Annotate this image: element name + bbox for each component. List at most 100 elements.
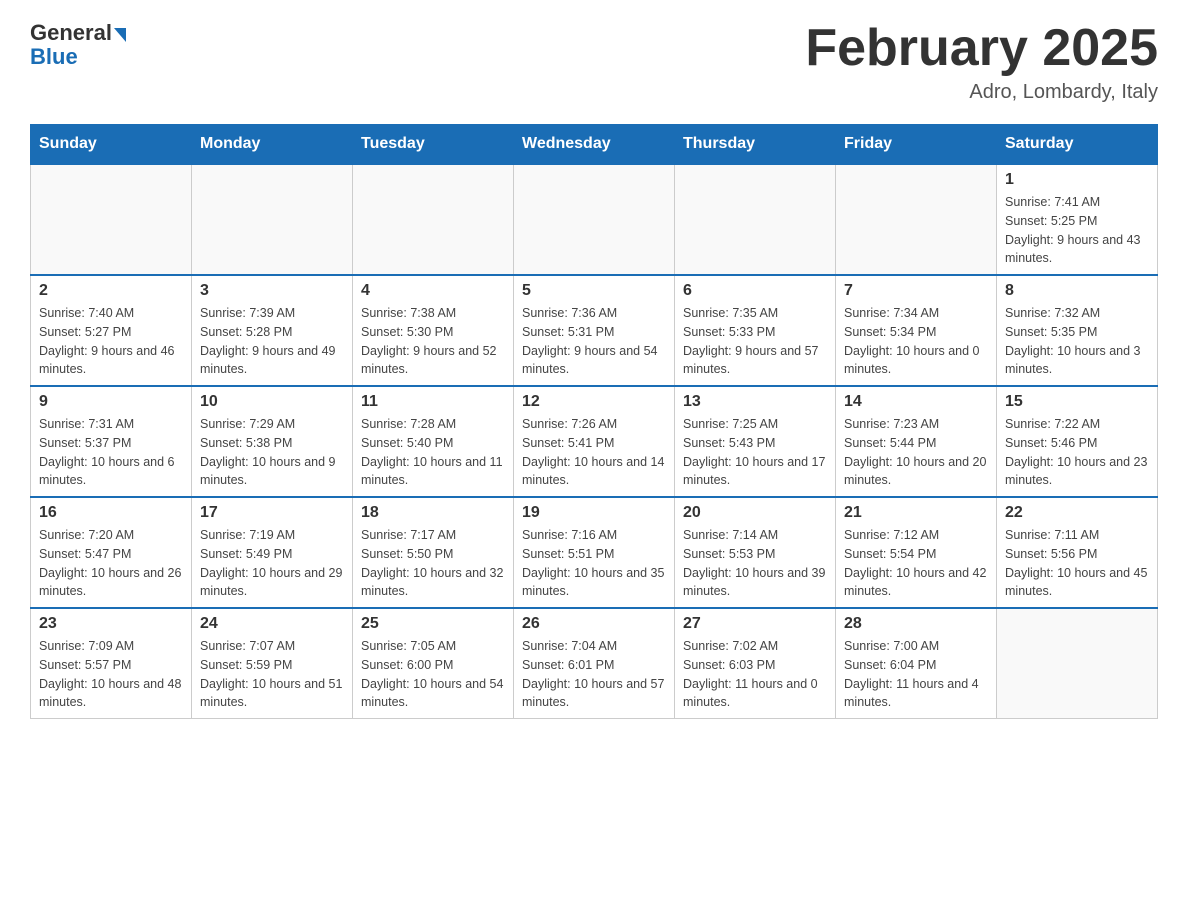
day-info: Sunrise: 7:40 AMSunset: 5:27 PMDaylight:… — [39, 304, 183, 379]
logo-general-text: General — [30, 20, 112, 46]
day-info: Sunrise: 7:20 AMSunset: 5:47 PMDaylight:… — [39, 526, 183, 601]
day-number: 3 — [200, 282, 344, 300]
calendar-cell: 8 Sunrise: 7:32 AMSunset: 5:35 PMDaylight… — [997, 275, 1158, 386]
day-info: Sunrise: 7:28 AMSunset: 5:40 PMDaylight:… — [361, 415, 505, 490]
calendar-cell — [192, 164, 353, 275]
calendar-cell: 14Sunrise: 7:23 AMSunset: 5:44 PMDayligh… — [836, 386, 997, 497]
day-number: 17 — [200, 504, 344, 522]
calendar-week-1: 1 Sunrise: 7:41 AMSunset: 5:25 PMDaylight… — [31, 164, 1158, 275]
calendar-week-4: 16Sunrise: 7:20 AMSunset: 5:47 PMDayligh… — [31, 497, 1158, 608]
day-info: Sunrise: 7:17 AMSunset: 5:50 PMDaylight:… — [361, 526, 505, 601]
day-number: 25 — [361, 615, 505, 633]
calendar-cell — [836, 164, 997, 275]
calendar-cell: 21 Sunrise: 7:12 AMSunset: 5:54 PMDayligh… — [836, 497, 997, 608]
day-number: 13 — [683, 393, 827, 411]
day-number: 22 — [1005, 504, 1149, 522]
calendar-cell: 13Sunrise: 7:25 AMSunset: 5:43 PMDayligh… — [675, 386, 836, 497]
day-info: Sunrise: 7:04 AMSunset: 6:01 PMDaylight:… — [522, 637, 666, 712]
day-info: Sunrise: 7:12 AMSunset: 5:54 PMDaylight:… — [844, 526, 988, 601]
calendar-cell: 27 Sunrise: 7:02 AMSunset: 6:03 PMDayligh… — [675, 608, 836, 719]
column-header-friday: Friday — [836, 125, 997, 165]
calendar-cell: 6 Sunrise: 7:35 AMSunset: 5:33 PMDaylight… — [675, 275, 836, 386]
day-info: Sunrise: 7:41 AMSunset: 5:25 PMDaylight:… — [1005, 193, 1149, 268]
calendar-cell: 20 Sunrise: 7:14 AMSunset: 5:53 PMDayligh… — [675, 497, 836, 608]
day-number: 20 — [683, 504, 827, 522]
day-info: Sunrise: 7:07 AMSunset: 5:59 PMDaylight:… — [200, 637, 344, 712]
calendar-cell: 16Sunrise: 7:20 AMSunset: 5:47 PMDayligh… — [31, 497, 192, 608]
day-number: 21 — [844, 504, 988, 522]
day-info: Sunrise: 7:39 AMSunset: 5:28 PMDaylight:… — [200, 304, 344, 379]
day-number: 24 — [200, 615, 344, 633]
calendar-cell: 17 Sunrise: 7:19 AMSunset: 5:49 PMDayligh… — [192, 497, 353, 608]
day-info: Sunrise: 7:23 AMSunset: 5:44 PMDaylight:… — [844, 415, 988, 490]
day-number: 26 — [522, 615, 666, 633]
title-section: February 2025 Adro, Lombardy, Italy — [805, 20, 1158, 104]
calendar-cell — [997, 608, 1158, 719]
day-info: Sunrise: 7:29 AMSunset: 5:38 PMDaylight:… — [200, 415, 344, 490]
day-number: 19 — [522, 504, 666, 522]
column-header-tuesday: Tuesday — [353, 125, 514, 165]
day-info: Sunrise: 7:19 AMSunset: 5:49 PMDaylight:… — [200, 526, 344, 601]
column-header-thursday: Thursday — [675, 125, 836, 165]
day-number: 23 — [39, 615, 183, 633]
day-info: Sunrise: 7:34 AMSunset: 5:34 PMDaylight:… — [844, 304, 988, 379]
column-header-saturday: Saturday — [997, 125, 1158, 165]
location-text: Adro, Lombardy, Italy — [805, 81, 1158, 104]
calendar-header-row: SundayMondayTuesdayWednesdayThursdayFrid… — [31, 125, 1158, 165]
page-header: General Blue February 2025 Adro, Lombard… — [30, 20, 1158, 104]
calendar-cell: 24 Sunrise: 7:07 AMSunset: 5:59 PMDayligh… — [192, 608, 353, 719]
calendar-cell — [31, 164, 192, 275]
calendar-cell: 3 Sunrise: 7:39 AMSunset: 5:28 PMDaylight… — [192, 275, 353, 386]
calendar-cell: 9Sunrise: 7:31 AMSunset: 5:37 PMDaylight… — [31, 386, 192, 497]
calendar-cell: 15Sunrise: 7:22 AMSunset: 5:46 PMDayligh… — [997, 386, 1158, 497]
calendar-cell: 11 Sunrise: 7:28 AMSunset: 5:40 PMDayligh… — [353, 386, 514, 497]
calendar-cell: 4Sunrise: 7:38 AMSunset: 5:30 PMDaylight… — [353, 275, 514, 386]
day-number: 11 — [361, 393, 505, 411]
column-header-wednesday: Wednesday — [514, 125, 675, 165]
logo-blue-text: Blue — [30, 44, 78, 70]
day-info: Sunrise: 7:05 AMSunset: 6:00 PMDaylight:… — [361, 637, 505, 712]
calendar-cell: 22 Sunrise: 7:11 AMSunset: 5:56 PMDayligh… — [997, 497, 1158, 608]
column-header-sunday: Sunday — [31, 125, 192, 165]
day-number: 6 — [683, 282, 827, 300]
day-number: 2 — [39, 282, 183, 300]
calendar-cell — [675, 164, 836, 275]
day-info: Sunrise: 7:02 AMSunset: 6:03 PMDaylight:… — [683, 637, 827, 712]
calendar-cell: 5Sunrise: 7:36 AMSunset: 5:31 PMDaylight… — [514, 275, 675, 386]
logo-arrow-icon — [114, 28, 126, 42]
calendar-table: SundayMondayTuesdayWednesdayThursdayFrid… — [30, 124, 1158, 719]
day-number: 8 — [1005, 282, 1149, 300]
day-number: 1 — [1005, 171, 1149, 189]
day-number: 12 — [522, 393, 666, 411]
day-number: 4 — [361, 282, 505, 300]
column-header-monday: Monday — [192, 125, 353, 165]
day-info: Sunrise: 7:11 AMSunset: 5:56 PMDaylight:… — [1005, 526, 1149, 601]
day-info: Sunrise: 7:36 AMSunset: 5:31 PMDaylight:… — [522, 304, 666, 379]
calendar-cell: 19 Sunrise: 7:16 AMSunset: 5:51 PMDayligh… — [514, 497, 675, 608]
calendar-cell: 2 Sunrise: 7:40 AMSunset: 5:27 PMDaylight… — [31, 275, 192, 386]
day-info: Sunrise: 7:14 AMSunset: 5:53 PMDaylight:… — [683, 526, 827, 601]
calendar-week-2: 2 Sunrise: 7:40 AMSunset: 5:27 PMDaylight… — [31, 275, 1158, 386]
calendar-week-5: 23 Sunrise: 7:09 AMSunset: 5:57 PMDayligh… — [31, 608, 1158, 719]
calendar-cell: 23 Sunrise: 7:09 AMSunset: 5:57 PMDayligh… — [31, 608, 192, 719]
day-number: 18 — [361, 504, 505, 522]
day-info: Sunrise: 7:35 AMSunset: 5:33 PMDaylight:… — [683, 304, 827, 379]
calendar-cell: 25 Sunrise: 7:05 AMSunset: 6:00 PMDayligh… — [353, 608, 514, 719]
calendar-cell — [353, 164, 514, 275]
calendar-cell: 26 Sunrise: 7:04 AMSunset: 6:01 PMDayligh… — [514, 608, 675, 719]
day-info: Sunrise: 7:32 AMSunset: 5:35 PMDaylight:… — [1005, 304, 1149, 379]
day-info: Sunrise: 7:26 AMSunset: 5:41 PMDaylight:… — [522, 415, 666, 490]
calendar-week-3: 9Sunrise: 7:31 AMSunset: 5:37 PMDaylight… — [31, 386, 1158, 497]
day-info: Sunrise: 7:00 AMSunset: 6:04 PMDaylight:… — [844, 637, 988, 712]
month-title: February 2025 — [805, 20, 1158, 77]
logo: General Blue — [30, 20, 126, 70]
day-info: Sunrise: 7:16 AMSunset: 5:51 PMDaylight:… — [522, 526, 666, 601]
calendar-cell: 12 Sunrise: 7:26 AMSunset: 5:41 PMDayligh… — [514, 386, 675, 497]
calendar-cell — [514, 164, 675, 275]
calendar-cell: 18 Sunrise: 7:17 AMSunset: 5:50 PMDayligh… — [353, 497, 514, 608]
day-number: 28 — [844, 615, 988, 633]
day-number: 10 — [200, 393, 344, 411]
day-number: 9 — [39, 393, 183, 411]
day-number: 27 — [683, 615, 827, 633]
day-info: Sunrise: 7:09 AMSunset: 5:57 PMDaylight:… — [39, 637, 183, 712]
